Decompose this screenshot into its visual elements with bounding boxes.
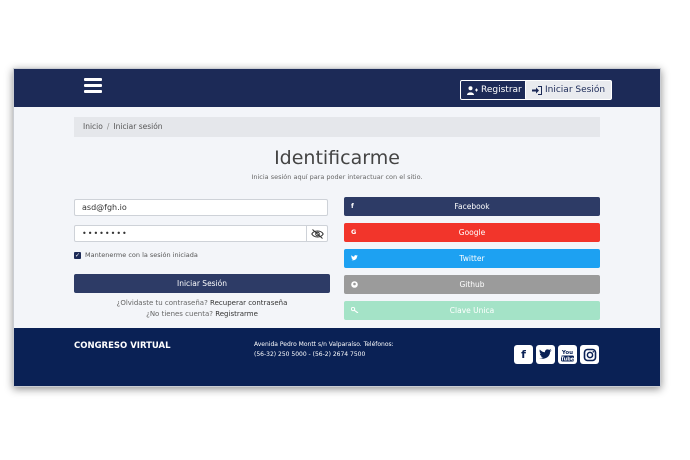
breadcrumb-home-link[interactable]: Inicio xyxy=(83,122,103,131)
no-account-text: ¿No tienes cuenta? xyxy=(146,310,213,318)
submit-login-button[interactable]: Iniciar Sesión xyxy=(74,274,330,293)
facebook-login-button[interactable]: f Facebook xyxy=(344,197,600,216)
register-link[interactable]: Registrarme xyxy=(215,310,258,318)
github-login-label: Github xyxy=(459,280,485,289)
breadcrumb-separator: / xyxy=(106,122,110,131)
github-icon xyxy=(351,275,358,294)
facebook-login-label: Facebook xyxy=(454,202,490,211)
facebook-icon: f xyxy=(351,202,354,210)
google-login-button[interactable]: G Google xyxy=(344,223,600,242)
top-navbar: Registrar Iniciar Sesión xyxy=(14,69,660,107)
register-button[interactable]: Registrar xyxy=(460,80,529,100)
instagram-icon[interactable] xyxy=(580,345,599,364)
twitter-login-button[interactable]: Twitter xyxy=(344,249,600,268)
google-login-label: Google xyxy=(458,228,486,237)
forgot-password-text: ¿Olvidaste tu contraseña? xyxy=(116,299,208,307)
footer-address: Avenida Pedro Montt s/n Valparaíso. Telé… xyxy=(254,340,394,360)
toggle-password-visibility[interactable] xyxy=(306,225,328,242)
register-button-label: Registrar xyxy=(481,85,522,95)
login-button[interactable]: Iniciar Sesión xyxy=(525,80,613,100)
key-icon xyxy=(350,301,359,320)
clave-unica-login-label: Clave Unica xyxy=(449,306,495,315)
app-window: Registrar Iniciar Sesión Inicio / Iniciar … xyxy=(13,68,661,387)
twitter-icon[interactable] xyxy=(536,345,555,364)
no-account-row: ¿No tienes cuenta? Registrarme xyxy=(74,310,330,318)
svg-text:You: You xyxy=(561,350,573,356)
email-field[interactable]: asd@fgh.io xyxy=(74,199,328,216)
footer-address-line2: (56-32) 250 5000 - (56-2) 2674 7500 xyxy=(254,351,366,358)
facebook-icon[interactable]: f xyxy=(514,345,533,364)
svg-text:Tube: Tube xyxy=(561,356,575,362)
breadcrumb: Inicio / Iniciar sesión xyxy=(74,117,600,137)
eye-slash-icon xyxy=(311,228,324,239)
remember-me-label: Mantenerme con la sesión iniciada xyxy=(85,251,198,259)
remember-me-row: ✓ Mantenerme con la sesión iniciada xyxy=(74,251,198,259)
twitter-login-label: Twitter xyxy=(459,254,485,263)
clave-unica-login-button[interactable]: Clave Unica xyxy=(344,301,600,320)
twitter-icon xyxy=(351,249,358,268)
github-login-button[interactable]: Github xyxy=(344,275,600,294)
user-plus-icon xyxy=(467,85,478,95)
recover-password-link[interactable]: Recuperar contraseña xyxy=(210,299,287,307)
password-field[interactable]: •••••••• xyxy=(74,225,328,242)
sign-in-icon xyxy=(532,85,542,95)
page-subtitle: Inicia sesión aquí para poder interactua… xyxy=(251,173,423,181)
forgot-password-row: ¿Olvidaste tu contraseña? Recuperar cont… xyxy=(74,299,330,307)
footer-site-name: CONGRESO VIRTUAL xyxy=(74,341,171,351)
footer-address-line1: Avenida Pedro Montt s/n Valparaíso. Telé… xyxy=(254,341,394,348)
menu-hamburger-icon[interactable] xyxy=(84,78,102,94)
login-button-label: Iniciar Sesión xyxy=(545,85,606,95)
youtube-icon[interactable]: You Tube xyxy=(558,345,577,364)
google-icon: G xyxy=(351,228,357,236)
page-title: Identificarme xyxy=(274,147,400,169)
footer-social-icons: f You Tube xyxy=(514,345,599,364)
breadcrumb-current: Iniciar sesión xyxy=(113,122,163,131)
remember-me-checkbox[interactable]: ✓ xyxy=(74,251,81,259)
footer: CONGRESO VIRTUAL Avenida Pedro Montt s/n… xyxy=(14,328,660,386)
